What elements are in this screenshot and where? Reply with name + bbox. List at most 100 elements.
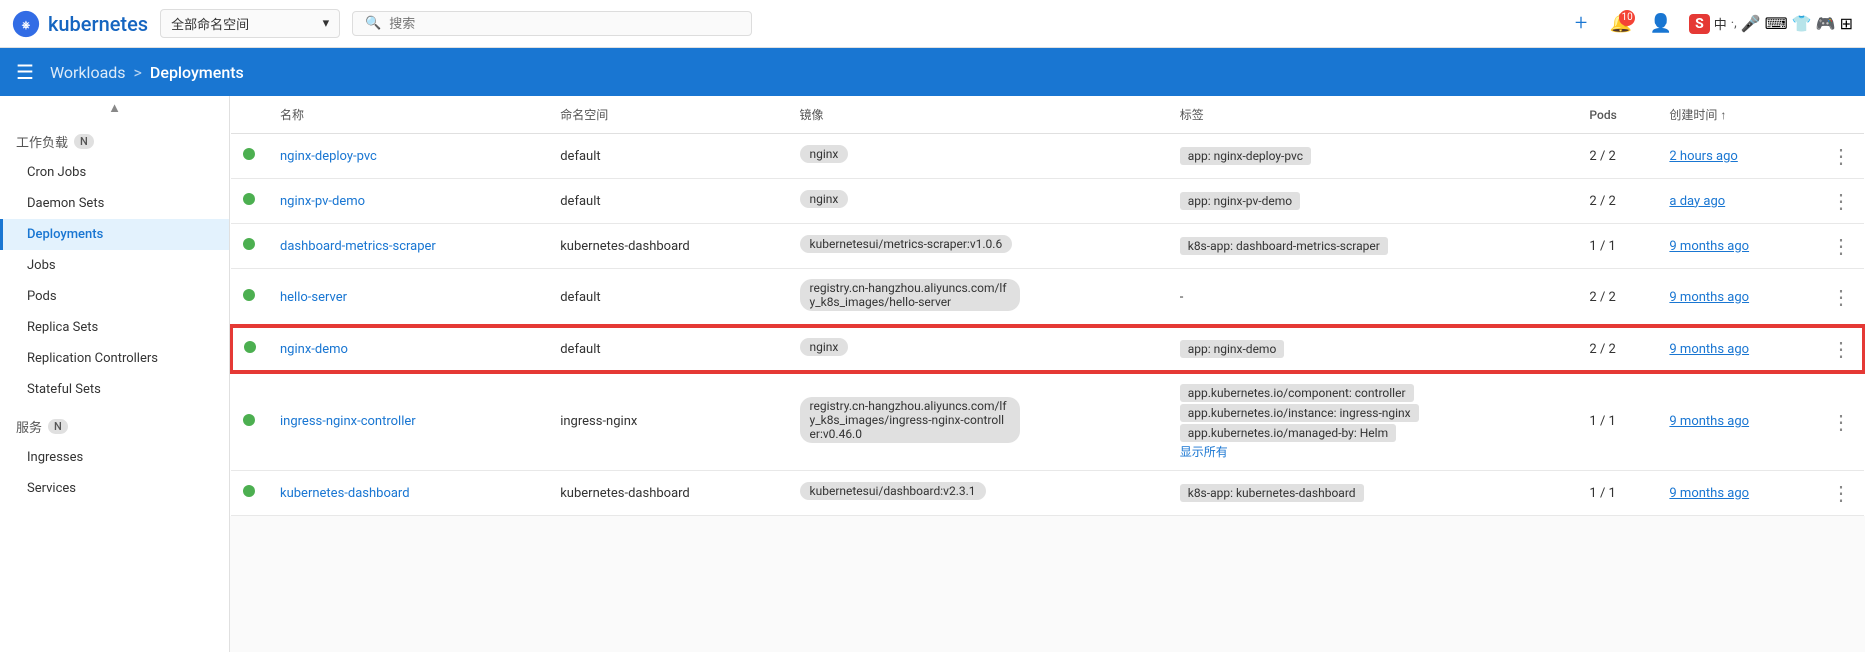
deployment-link[interactable]: nginx-pv-demo [280,194,365,209]
name-cell[interactable]: nginx-demo [268,326,548,372]
status-dot [243,414,255,426]
sidebar-item-jobs[interactable]: Jobs [0,250,229,281]
actions-cell[interactable]: ⋮ [1819,269,1864,327]
deployment-link[interactable]: kubernetes-dashboard [280,486,410,501]
created-cell: a day ago [1657,179,1819,224]
more-actions-button[interactable]: ⋮ [1831,285,1851,309]
image-cell: nginx [788,179,1168,224]
labels-cell: k8s-app: kubernetes-dashboard [1168,471,1578,516]
deployment-link[interactable]: hello-server [280,290,347,305]
sidebar-item-deployments[interactable]: Deployments [0,219,229,250]
more-actions-button[interactable]: ⋮ [1831,337,1851,361]
sogou-cn-icon: 中 [1714,14,1727,33]
actions-cell[interactable]: ⋮ [1819,224,1864,269]
col-image[interactable]: 镜像 [788,96,1168,134]
col-pods[interactable]: Pods [1577,96,1657,134]
mic-icon[interactable]: 🎤 [1741,14,1761,33]
more-actions-button[interactable]: ⋮ [1831,481,1851,505]
label-chip: app.kubernetes.io/instance: ingress-ngin… [1180,404,1419,422]
deployments-table: 名称 命名空间 镜像 标签 Pods 创建时间 ↑ nginx-deploy-p… [230,96,1865,516]
col-name[interactable]: 名称 [268,96,548,134]
actions-cell[interactable]: ⋮ [1819,134,1864,179]
search-input[interactable] [389,16,739,31]
namespace-selector[interactable]: 全部命名空间 ▾ [160,9,340,38]
status-cell [231,269,268,327]
image-chip: registry.cn-hangzhou.aliyuncs.com/lfy_k8… [800,279,1020,311]
namespace-cell: default [548,269,787,327]
more-actions-button[interactable]: ⋮ [1831,189,1851,213]
actions-cell[interactable]: ⋮ [1819,471,1864,516]
status-dot [243,289,255,301]
sidebar-section-workloads: 工作负载 N [0,120,229,157]
image-chip: kubernetesui/dashboard:v2.3.1 [800,482,986,500]
navbar-right: + 🔔 10 👤 S 中 ·, 🎤 ⌨ 👕 🎮 ⊞ [1565,8,1853,40]
workloads-label: 工作负载 [16,132,68,151]
name-cell[interactable]: dashboard-metrics-scraper [268,224,548,269]
notification-count: 10 [1619,10,1635,26]
labels-cell: app: nginx-pv-demo [1168,179,1578,224]
col-namespace[interactable]: 命名空间 [548,96,787,134]
deployment-link[interactable]: nginx-deploy-pvc [280,149,377,164]
sidebar-scroll-up[interactable]: ▲ [0,96,229,120]
show-all-labels[interactable]: 显示所有 [1180,445,1228,459]
sidebar-item-replication-controllers[interactable]: Replication Controllers [0,343,229,374]
col-labels[interactable]: 标签 [1168,96,1578,134]
created-link: 9 months ago [1669,342,1749,357]
labels-cell: - [1168,269,1578,327]
status-cell [231,372,268,471]
col-actions [1819,96,1864,134]
actions-cell[interactable]: ⋮ [1819,179,1864,224]
sidebar-item-ingresses[interactable]: Ingresses [0,442,229,473]
sidebar-section-services: 服务 N [0,405,229,442]
name-cell[interactable]: nginx-pv-demo [268,179,548,224]
pods-cell: 2 / 2 [1577,269,1657,327]
label-chip: k8s-app: kubernetes-dashboard [1180,484,1364,502]
image-cell: kubernetesui/dashboard:v2.3.1 [788,471,1168,516]
game-icon[interactable]: 🎮 [1816,14,1836,33]
add-button[interactable]: + [1565,8,1597,40]
actions-cell[interactable]: ⋮ [1819,326,1864,372]
grid-icon[interactable]: ⊞ [1840,14,1853,33]
label-chip: app: nginx-pv-demo [1180,192,1300,210]
sidebar-item-stateful-sets[interactable]: Stateful Sets [0,374,229,405]
more-actions-button[interactable]: ⋮ [1831,144,1851,168]
namespace-cell: default [548,134,787,179]
navbar: ⎈ kubernetes 全部命名空间 ▾ 🔍 + 🔔 10 👤 S 中 ·, … [0,0,1865,48]
namespace-cell: default [548,326,787,372]
image-cell: registry.cn-hangzhou.aliyuncs.com/lfy_k8… [788,269,1168,327]
user-button[interactable]: 👤 [1645,8,1677,40]
breadcrumb-separator: > [134,63,142,82]
more-actions-button[interactable]: ⋮ [1831,410,1851,434]
keyboard-icon[interactable]: ⌨ [1765,14,1788,33]
sidebar-item-replica-sets[interactable]: Replica Sets [0,312,229,343]
name-cell[interactable]: hello-server [268,269,548,327]
user-icon: 👤 [1650,13,1672,34]
table-row: kubernetes-dashboardkubernetes-dashboard… [231,471,1864,516]
actions-cell[interactable]: ⋮ [1819,372,1864,471]
sort-icon: ↑ [1720,108,1726,122]
search-icon: 🔍 [365,16,381,31]
created-cell: 9 months ago [1657,372,1819,471]
created-cell: 9 months ago [1657,269,1819,327]
name-cell[interactable]: kubernetes-dashboard [268,471,548,516]
col-created[interactable]: 创建时间 ↑ [1657,96,1819,134]
sidebar-item-cron-jobs[interactable]: Cron Jobs [0,157,229,188]
col-status [231,96,268,134]
sidebar-item-daemon-sets[interactable]: Daemon Sets [0,188,229,219]
deployment-link[interactable]: ingress-nginx-controller [280,414,416,429]
sidebar-item-services[interactable]: Services [0,473,229,504]
status-cell [231,326,268,372]
more-actions-button[interactable]: ⋮ [1831,234,1851,258]
deployment-link[interactable]: nginx-demo [280,342,348,357]
menu-icon[interactable]: ☰ [16,60,34,84]
name-cell[interactable]: ingress-nginx-controller [268,372,548,471]
status-cell [231,224,268,269]
breadcrumb-parent[interactable]: Workloads [50,63,126,82]
deployment-link[interactable]: dashboard-metrics-scraper [280,239,436,254]
pods-cell: 1 / 1 [1577,471,1657,516]
sidebar-item-pods[interactable]: Pods [0,281,229,312]
notification-button[interactable]: 🔔 10 [1605,8,1637,40]
shirt-icon[interactable]: 👕 [1792,14,1812,33]
sogou-dot-icon: ·, [1731,16,1737,31]
name-cell[interactable]: nginx-deploy-pvc [268,134,548,179]
